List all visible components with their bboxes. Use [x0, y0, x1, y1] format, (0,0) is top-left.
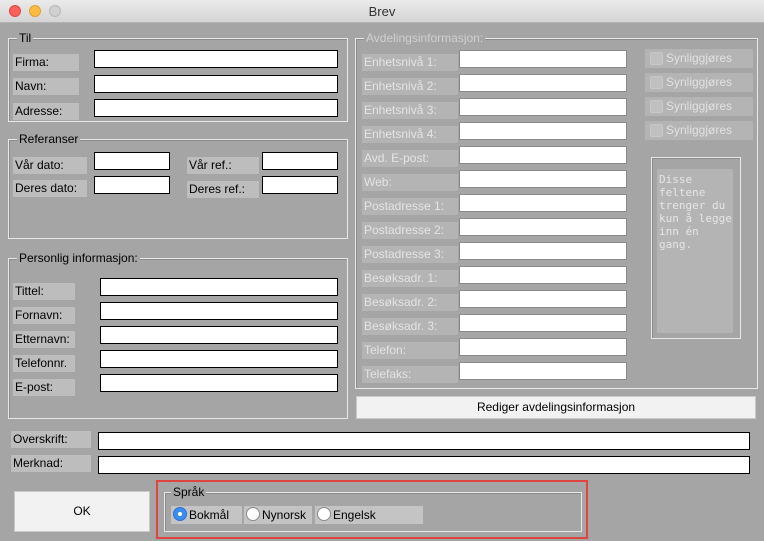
synliggjores-checkbox-2[interactable]: Synliggjøres	[645, 73, 753, 92]
var-dato-input[interactable]	[94, 152, 170, 170]
checkbox-icon	[650, 124, 663, 137]
postadresse-3-input[interactable]	[459, 242, 627, 260]
telefonnr-input[interactable]	[100, 350, 338, 368]
besoksadr-3-label: Besøksadr. 3:	[362, 318, 458, 335]
web-label: Web:	[362, 174, 458, 191]
synliggjores-label: Synliggjøres	[666, 75, 733, 89]
avd-epost-input[interactable]	[459, 146, 627, 164]
overskrift-label: Overskrift:	[11, 431, 91, 448]
navn-input[interactable]	[94, 75, 338, 93]
var-dato-label: Vår dato:	[13, 157, 87, 174]
navn-label: Navn:	[13, 78, 79, 95]
deres-ref-input[interactable]	[262, 176, 338, 194]
bokmal-label: Bokmål	[189, 508, 230, 522]
til-legend: Til	[17, 31, 34, 45]
synliggjores-label: Synliggjøres	[666, 123, 733, 137]
postadresse-2-input[interactable]	[459, 218, 627, 236]
ok-button[interactable]: OK	[14, 491, 150, 532]
enhetsniva-2-label: Enhetsnivå 2:	[362, 78, 458, 95]
brev-window: Brev Til Firma: Navn: Adresse: Referanse…	[0, 0, 764, 541]
adresse-label: Adresse:	[13, 103, 79, 120]
postadresse-3-label: Postadresse 3:	[362, 246, 458, 263]
telefon-label: Telefon:	[362, 342, 458, 359]
etternavn-input[interactable]	[100, 326, 338, 344]
besoksadr-2-label: Besøksadr. 2:	[362, 294, 458, 311]
window-title: Brev	[368, 4, 396, 19]
enhetsniva-3-input[interactable]	[459, 98, 627, 116]
radio-bokmal[interactable]: Bokmål	[171, 506, 242, 524]
enhetsniva-2-input[interactable]	[459, 74, 627, 92]
deres-ref-label: Deres ref.:	[187, 181, 259, 198]
avdeling-note: Disse feltene trenger du kun å legge inn…	[657, 169, 733, 333]
synliggjores-checkbox-3[interactable]: Synliggjøres	[645, 97, 753, 116]
postadresse-1-input[interactable]	[459, 194, 627, 212]
firma-label: Firma:	[13, 54, 79, 71]
telefonnr-label: Telefonnr.	[13, 355, 75, 372]
rediger-avdelingsinformasjon-button[interactable]: Rediger avdelingsinformasjon	[356, 396, 756, 419]
radio-unselected-icon	[317, 507, 331, 521]
merknad-label: Merknad:	[11, 455, 91, 472]
overskrift-input[interactable]	[98, 432, 750, 450]
var-ref-label: Vår ref.:	[187, 157, 259, 174]
synliggjores-checkbox-4[interactable]: Synliggjøres	[645, 121, 753, 140]
telefaks-label: Telefaks:	[362, 366, 458, 383]
enhetsniva-1-label: Enhetsnivå 1:	[362, 54, 458, 71]
checkbox-icon	[650, 100, 663, 113]
epost-label: E-post:	[13, 379, 75, 396]
enhetsniva-4-input[interactable]	[459, 122, 627, 140]
personlig-legend: Personlig informasjon:	[17, 251, 140, 265]
web-input[interactable]	[459, 170, 627, 188]
checkbox-icon	[650, 52, 663, 65]
adresse-input[interactable]	[94, 99, 338, 117]
nynorsk-label: Nynorsk	[262, 508, 307, 522]
synliggjores-label: Synliggjøres	[666, 51, 733, 65]
enhetsniva-1-input[interactable]	[459, 50, 627, 68]
enhetsniva-3-label: Enhetsnivå 3:	[362, 102, 458, 119]
deres-dato-input[interactable]	[94, 176, 170, 194]
besoksadr-2-input[interactable]	[459, 290, 627, 308]
epost-input[interactable]	[100, 374, 338, 392]
engelsk-label: Engelsk	[333, 508, 376, 522]
synliggjores-checkbox-1[interactable]: Synliggjøres	[645, 49, 753, 68]
deres-dato-label: Deres dato:	[13, 180, 87, 197]
fornavn-input[interactable]	[100, 302, 338, 320]
radio-nynorsk[interactable]: Nynorsk	[244, 506, 312, 524]
title-bar: Brev	[0, 0, 764, 23]
sprak-legend: Språk	[171, 485, 207, 499]
besoksadr-1-input[interactable]	[459, 266, 627, 284]
merknad-input[interactable]	[98, 456, 750, 474]
enhetsniva-4-label: Enhetsnivå 4:	[362, 126, 458, 143]
postadresse-1-label: Postadresse 1:	[362, 198, 458, 215]
telefaks-input[interactable]	[459, 362, 627, 380]
besoksadr-1-label: Besøksadr. 1:	[362, 270, 458, 287]
besoksadr-3-input[interactable]	[459, 314, 627, 332]
radio-engelsk[interactable]: Engelsk	[315, 506, 423, 524]
fornavn-label: Fornavn:	[13, 307, 75, 324]
firma-input[interactable]	[94, 50, 338, 68]
checkbox-icon	[650, 76, 663, 89]
tittel-label: Tittel:	[13, 283, 75, 300]
telefon-input[interactable]	[459, 338, 627, 356]
radio-selected-icon	[173, 507, 187, 521]
etternavn-label: Etternavn:	[13, 331, 75, 348]
radio-unselected-icon	[246, 507, 260, 521]
postadresse-2-label: Postadresse 2:	[362, 222, 458, 239]
referanser-legend: Referanser	[17, 132, 81, 146]
synliggjores-label: Synliggjøres	[666, 99, 733, 113]
var-ref-input[interactable]	[262, 152, 338, 170]
avdeling-legend: Avdelingsinformasjon:	[364, 31, 486, 45]
tittel-input[interactable]	[100, 278, 338, 296]
avd-epost-label: Avd. E-post:	[362, 150, 458, 167]
